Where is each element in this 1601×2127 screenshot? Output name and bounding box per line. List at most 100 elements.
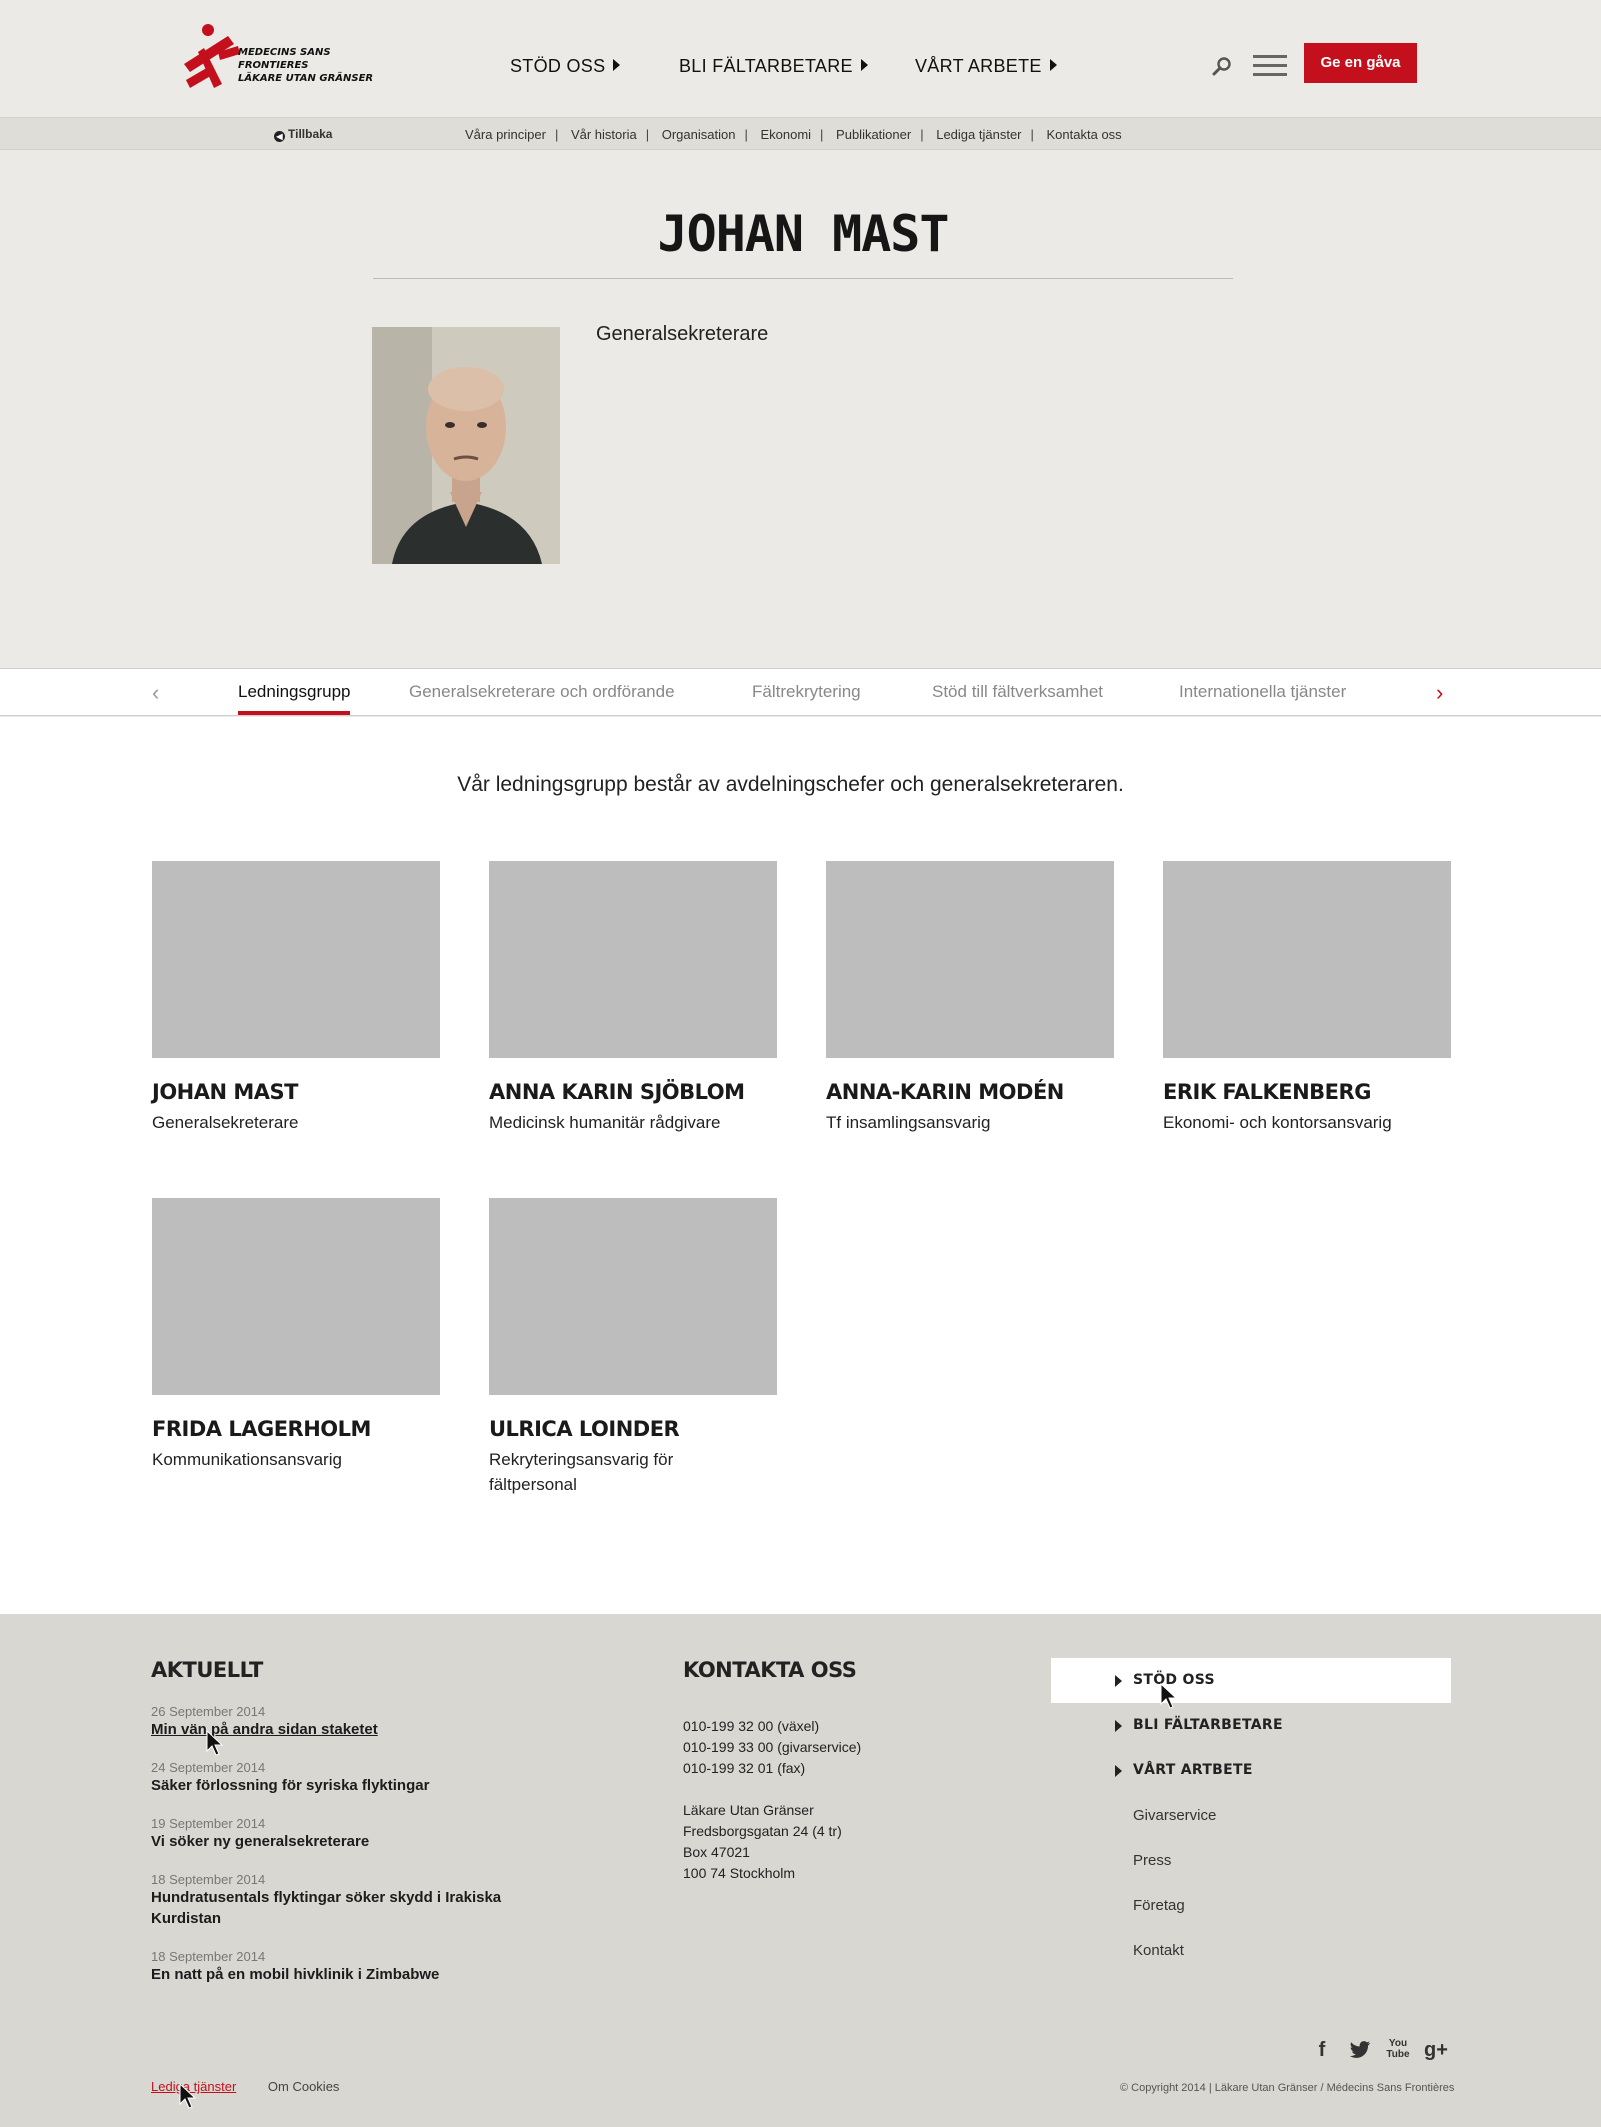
team-member-name: Frida Lagerholm xyxy=(152,1417,371,1441)
news-item: 19 September 2014 Vi söker ny generalsek… xyxy=(151,1816,551,1852)
secondary-nav: ◀ Tillbaka Våra principer | Vår historia | … xyxy=(0,117,1601,150)
address-line: Box 47021 xyxy=(683,1844,750,1860)
caret-right-icon xyxy=(613,59,621,71)
team-member-role: Ekonomi- och kontorsansvarig xyxy=(1163,1113,1392,1132)
caret-right-icon xyxy=(860,59,868,71)
news-link[interactable]: En natt på en mobil hivklinik i Zimbabwe xyxy=(151,1964,551,1985)
team-member-role: Kommunikationsansvarig xyxy=(152,1450,342,1469)
team-member-name: Ulrica Loinder xyxy=(489,1417,680,1441)
youtube-icon-text: You xyxy=(1388,2038,1408,2049)
tab-ledningsgrupp[interactable]: Ledningsgrupp xyxy=(238,682,351,715)
team-card[interactable]: Ulrica Loinder Rekryteringsansvarig för … xyxy=(489,1198,777,1497)
nav-bli-faltarbetare-label: BLI FÄLTARBETARE xyxy=(679,56,853,76)
footer-link-om-cookies[interactable]: Om Cookies xyxy=(268,2079,340,2094)
copyright: © Copyright 2014 | Läkare Utan Gränser /… xyxy=(1120,2082,1455,2094)
team-member-role: Tf insamlingsansvarig xyxy=(826,1113,991,1132)
team-photo-placeholder xyxy=(1163,861,1451,1058)
team-card[interactable]: Johan Mast Generalsekreterare xyxy=(152,861,440,1135)
subnav-link-organisation[interactable]: Organisation xyxy=(662,127,736,142)
facebook-icon[interactable]: f xyxy=(1310,2038,1334,2062)
contact-info: 010-199 32 00 (växel) 010-199 33 00 (giv… xyxy=(683,1716,861,1884)
google-plus-icon[interactable]: g+ xyxy=(1424,2038,1448,2062)
team-member-role: Generalsekreterare xyxy=(152,1113,299,1132)
team-member-name: Erik Falkenberg xyxy=(1163,1080,1371,1104)
phone-vaxel: 010-199 32 00 (växel) xyxy=(683,1718,820,1734)
footer-menu-press[interactable]: Press xyxy=(1051,1838,1451,1883)
footer-menu-givarservice[interactable]: Givarservice xyxy=(1051,1793,1451,1838)
news-item: 24 September 2014 Säker förlossning för … xyxy=(151,1760,551,1796)
chevron-left-icon[interactable]: ‹ xyxy=(152,682,159,704)
nav-stod-oss[interactable]: STÖD OSS xyxy=(510,56,621,77)
nav-bli-faltarbetare[interactable]: BLI FÄLTARBETARE xyxy=(679,56,868,77)
profile-photo xyxy=(372,327,560,564)
team-card[interactable]: Anna-Karin Modén Tf insamlingsansvarig xyxy=(826,861,1114,1135)
msf-logo[interactable]: MEDECINS SANS FRONTIERES LÄKARE UTAN GRÄ… xyxy=(182,22,392,92)
news-item: 18 September 2014 En natt på en mobil hi… xyxy=(151,1949,551,1985)
footer-menu-kontakt[interactable]: Kontakt xyxy=(1051,1928,1451,1973)
phone-fax: 010-199 32 01 (fax) xyxy=(683,1760,806,1776)
footer-menu-vart-arbete[interactable]: VÅRT ARTBETE xyxy=(1051,1748,1451,1793)
separator: | xyxy=(645,127,650,142)
team-card[interactable]: Erik Falkenberg Ekonomi- och kontorsansv… xyxy=(1163,861,1451,1135)
hamburger-menu-icon[interactable] xyxy=(1253,55,1287,77)
news-date: 19 September 2014 xyxy=(151,1816,266,1831)
separator: | xyxy=(820,127,824,142)
separator: | xyxy=(920,127,924,142)
team-photo-placeholder xyxy=(489,1198,777,1395)
news-link[interactable]: Säker förlossning för syriska flyktingar xyxy=(151,1775,551,1796)
subnav-link-ekonomi[interactable]: Ekonomi xyxy=(760,127,811,142)
footer-menu-foretag[interactable]: Företag xyxy=(1051,1883,1451,1928)
mouse-cursor-icon xyxy=(206,1730,224,1756)
subnav-link-lediga-tjanster[interactable]: Lediga tjänster xyxy=(936,127,1021,142)
back-link[interactable]: ◀ Tillbaka xyxy=(274,127,332,142)
youtube-icon[interactable]: You Tube xyxy=(1386,2038,1410,2062)
search-icon[interactable] xyxy=(1212,56,1232,76)
subnav-link-historia[interactable]: Vår historia xyxy=(571,127,637,142)
team-card[interactable]: Anna Karin Sjöblom Medicinsk humanitär r… xyxy=(489,861,777,1135)
news-date: 18 September 2014 xyxy=(151,1872,266,1887)
site-footer: AKTUELLT 26 September 2014 Min vän på an… xyxy=(0,1614,1601,2127)
team-photo-placeholder xyxy=(826,861,1114,1058)
tab-stod-till-faltverksamhet[interactable]: Stöd till fältverksamhet xyxy=(932,682,1103,702)
subnav-links: Våra principer | Vår historia | Organisati… xyxy=(465,127,1122,142)
mouse-cursor-icon xyxy=(179,2083,197,2109)
site-header: MEDECINS SANS FRONTIERES LÄKARE UTAN GRÄ… xyxy=(0,0,1601,117)
team-member-name: Anna-Karin Modén xyxy=(826,1080,1064,1104)
news-heading: AKTUELLT xyxy=(151,1658,263,1682)
twitter-icon[interactable] xyxy=(1348,2038,1372,2062)
news-link[interactable]: Vi söker ny generalsekreterare xyxy=(151,1831,551,1852)
subnav-link-publikationer[interactable]: Publikationer xyxy=(836,127,911,142)
tab-faltrekrytering[interactable]: Fältrekrytering xyxy=(752,682,861,702)
tab-internationella-tjanster[interactable]: Internationella tjänster xyxy=(1179,682,1346,702)
department-tabs: ‹ Ledningsgrupp Generalsekreterare och o… xyxy=(0,668,1601,716)
subnav-link-principer[interactable]: Våra principer xyxy=(465,127,546,142)
msf-running-man-icon xyxy=(184,24,240,88)
caret-right-icon xyxy=(1049,59,1057,71)
footer-menu: STÖD OSS BLI FÄLTARBETARE VÅRT ARTBETE G… xyxy=(1051,1658,1451,1973)
donate-button[interactable]: Ge en gåva xyxy=(1304,43,1417,83)
address-line: Fredsborgsgatan 24 (4 tr) xyxy=(683,1823,842,1839)
footer-menu-stod-oss[interactable]: STÖD OSS xyxy=(1051,1658,1451,1703)
page-title: JOHAN MAST xyxy=(657,205,949,263)
separator: | xyxy=(744,127,748,142)
divider xyxy=(373,278,1233,279)
logo-line-1: MEDECINS SANS FRONTIERES xyxy=(238,47,331,71)
team-photo-placeholder xyxy=(489,861,777,1058)
nav-vart-arbete-label: VÅRT ARBETE xyxy=(915,56,1042,76)
team-intro: Vår ledningsgrupp består av avdelningsch… xyxy=(457,773,1124,796)
nav-vart-arbete[interactable]: VÅRT ARBETE xyxy=(915,56,1057,77)
tab-generalsekreterare-och-ordforande[interactable]: Generalsekreterare och ordförande xyxy=(409,682,675,702)
news-item: 18 September 2014 Hundratusentals flykti… xyxy=(151,1872,551,1929)
nav-stod-oss-label: STÖD OSS xyxy=(510,56,606,76)
footer-menu-bli-faltarbetare[interactable]: BLI FÄLTARBETARE xyxy=(1051,1703,1451,1748)
team-card[interactable]: Frida Lagerholm Kommunikationsansvarig xyxy=(152,1198,440,1472)
team-member-name: Anna Karin Sjöblom xyxy=(489,1080,745,1104)
news-date: 26 September 2014 xyxy=(151,1704,266,1719)
chevron-right-icon[interactable]: › xyxy=(1436,682,1443,704)
back-arrow-icon: ◀ xyxy=(274,131,285,142)
news-link[interactable]: Hundratusentals flyktingar söker skydd i… xyxy=(151,1887,521,1929)
subnav-link-kontakta-oss[interactable]: Kontakta oss xyxy=(1047,127,1122,142)
news-date: 24 September 2014 xyxy=(151,1760,266,1775)
social-links: f You Tube g+ xyxy=(1310,2038,1448,2062)
phone-givarservice: 010-199 33 00 (givarservice) xyxy=(683,1739,862,1755)
